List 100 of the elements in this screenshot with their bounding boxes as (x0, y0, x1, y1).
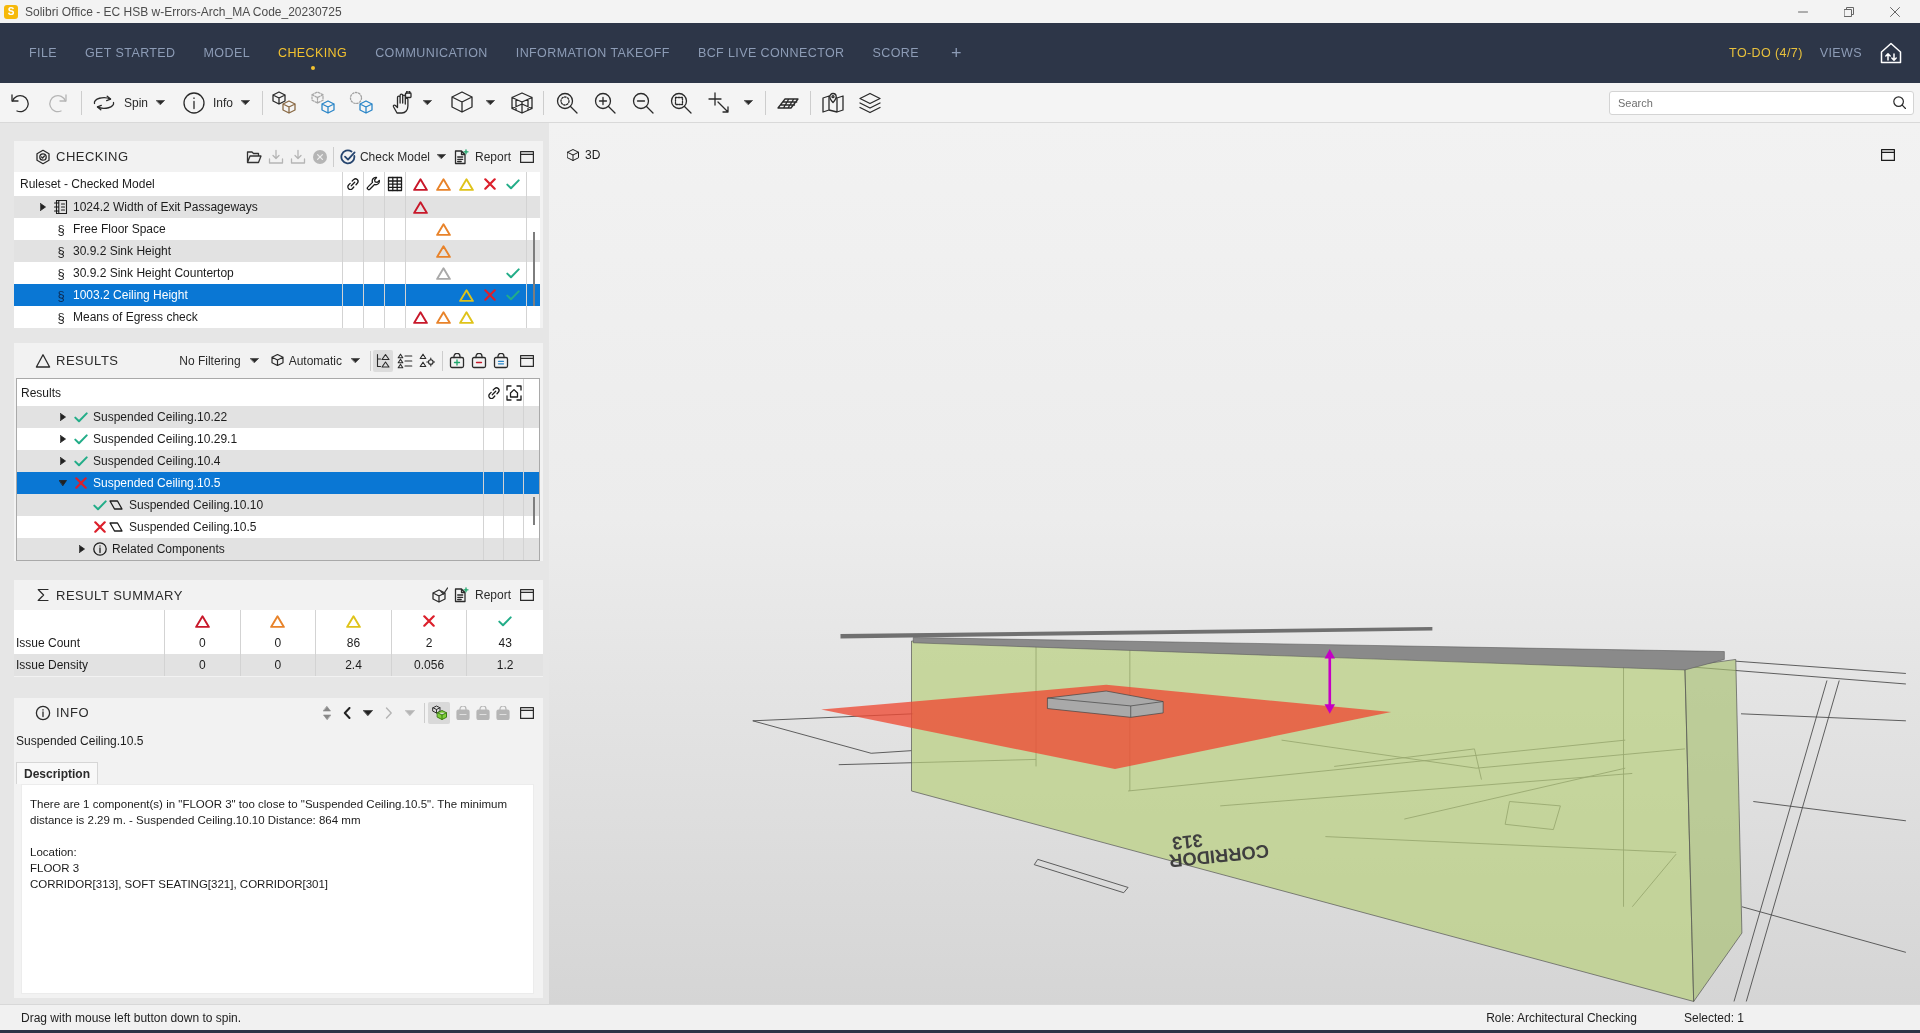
table-cell: 0 (274, 658, 282, 672)
panel-title: INFO (56, 705, 90, 720)
spin-button[interactable]: Spin (92, 90, 149, 115)
table-cell: 0 (198, 658, 206, 672)
caret-icon[interactable] (436, 154, 446, 159)
result-row[interactable]: Suspended Ceiling.10.5 (17, 472, 539, 494)
triangle-icon (346, 614, 361, 628)
wrench-icon (366, 176, 382, 192)
circle-cube-icon[interactable] (349, 90, 374, 115)
caret-icon[interactable] (156, 100, 166, 105)
report-button[interactable]: Report (452, 587, 511, 603)
table-cell: 1.2 (496, 658, 514, 672)
close-icon[interactable] (1890, 6, 1900, 17)
selection-count: Selected: 1 (1683, 1010, 1744, 1025)
column-header: Results (21, 385, 61, 400)
highlight-toggle[interactable] (428, 701, 450, 724)
result-row[interactable]: Suspended Ceiling.10.4 (17, 450, 539, 472)
cubes-icon (431, 705, 447, 720)
caret-icon[interactable] (744, 100, 754, 105)
caret-icon (351, 358, 360, 363)
menu-tab[interactable]: SCORE (872, 31, 919, 75)
menu-tab[interactable]: COMMUNICATION (375, 31, 488, 75)
crosshair-arrow-icon[interactable] (707, 90, 732, 115)
menu-tab[interactable]: BCF LIVE CONNECTOR (697, 31, 845, 75)
expand-arrow-icon[interactable] (40, 203, 46, 211)
window-title: Solibri Office - EC HSB w-Errors-Arch_MA Code_20230725 (25, 4, 342, 19)
list-icon (397, 352, 413, 369)
cubes-icon[interactable] (272, 90, 297, 115)
map-pin-icon[interactable] (821, 90, 846, 115)
result-row[interactable]: Suspended Ceiling.10.22 (17, 406, 539, 428)
restore-icon[interactable] (1844, 6, 1854, 17)
expand-arrow-icon[interactable] (79, 545, 85, 553)
table-icon (387, 176, 403, 192)
expand-arrow-icon[interactable] (60, 413, 66, 421)
panel-title: RESULT SUMMARY (56, 587, 183, 603)
cross-icon (483, 178, 496, 190)
filter-dropdown[interactable]: No Filtering (179, 353, 259, 368)
cube-icon[interactable] (450, 90, 475, 115)
panel-title: RESULTS (56, 353, 119, 368)
rule-row[interactable]: § 1003.2 Ceiling Height (14, 284, 540, 306)
section-box-icon[interactable] (510, 90, 535, 115)
result-row[interactable]: Suspended Ceiling.10.10 (17, 494, 539, 516)
rule-row[interactable]: 1024.2 Width of Exit Passageways (14, 196, 540, 218)
caret-icon[interactable] (241, 100, 251, 105)
expand-arrow-icon[interactable] (60, 435, 66, 443)
maximize-icon[interactable] (520, 354, 534, 367)
menu-tab[interactable]: MODEL (203, 31, 250, 75)
report-button[interactable]: Report (452, 148, 511, 165)
cube-check-icon[interactable] (431, 587, 448, 603)
maximize-icon[interactable] (520, 150, 534, 163)
app-logo: S (4, 4, 18, 19)
menu-tab[interactable]: FILE (29, 31, 57, 75)
zoom-fit-icon[interactable] (555, 90, 580, 115)
folder-icon[interactable] (245, 148, 262, 165)
mode-dropdown[interactable]: Automatic (270, 353, 360, 368)
result-row[interactable]: Related Components (17, 538, 539, 560)
column-header: Ruleset - Checked Model (20, 177, 155, 191)
triangle-icon (459, 177, 474, 191)
maximize-icon[interactable] (520, 706, 534, 719)
triangle-icon (436, 177, 451, 191)
house-icon[interactable] (1879, 41, 1903, 65)
bag-remove-icon[interactable] (471, 352, 487, 369)
chevron-left-icon[interactable] (343, 706, 351, 719)
maximize-icon[interactable] (520, 589, 534, 601)
layers-icon[interactable] (858, 90, 883, 115)
expand-arrow-icon[interactable] (60, 457, 66, 465)
check-model-button[interactable]: Check Model (339, 148, 430, 165)
rule-row[interactable]: § Means of Egress check (14, 306, 540, 328)
table-cell: 2.4 (345, 658, 362, 672)
description-tab[interactable]: Description (16, 762, 98, 784)
view-mode-button[interactable] (373, 349, 393, 372)
table-cell: 0 (198, 636, 206, 650)
menu-tab[interactable]: CHECKING (278, 31, 348, 75)
search-field[interactable]: Search (1609, 90, 1914, 115)
table-cell: 0 (274, 636, 282, 650)
caret-icon[interactable] (486, 100, 496, 105)
role-label: Role: Architectural Checking (1486, 1010, 1637, 1025)
info-button[interactable]: Info (183, 91, 234, 114)
caret-icon[interactable] (423, 100, 433, 105)
zoom-out-icon[interactable] (631, 90, 656, 115)
scrollbar-thumb[interactable] (533, 497, 535, 525)
header-link[interactable]: VIEWS (1819, 31, 1862, 75)
rule-row[interactable]: § 30.9.2 Sink Height (14, 240, 540, 262)
sort-arrows-icon[interactable] (323, 705, 331, 720)
header-link[interactable]: TO-DO (4/7) (1729, 31, 1803, 75)
bag-list-icon[interactable] (493, 352, 509, 369)
add-tab-button[interactable]: + (950, 31, 962, 75)
menu-tab[interactable]: INFORMATION TAKEOFF (515, 31, 670, 75)
table-cell: 0.056 (414, 658, 445, 672)
scrollbar-thumb[interactable] (533, 232, 535, 306)
zoom-selection-icon[interactable] (669, 90, 694, 115)
menu-tab[interactable]: GET STARTED (85, 31, 176, 75)
check-badge-icon (35, 148, 51, 165)
list-settings-icon (419, 352, 435, 369)
info-icon (35, 704, 51, 721)
bag-add-icon[interactable] (449, 352, 465, 369)
zoom-in-icon[interactable] (593, 90, 618, 115)
row-header: Issue Count (16, 636, 81, 650)
caret-icon[interactable] (363, 709, 373, 716)
maximize-icon[interactable] (1881, 149, 1895, 161)
